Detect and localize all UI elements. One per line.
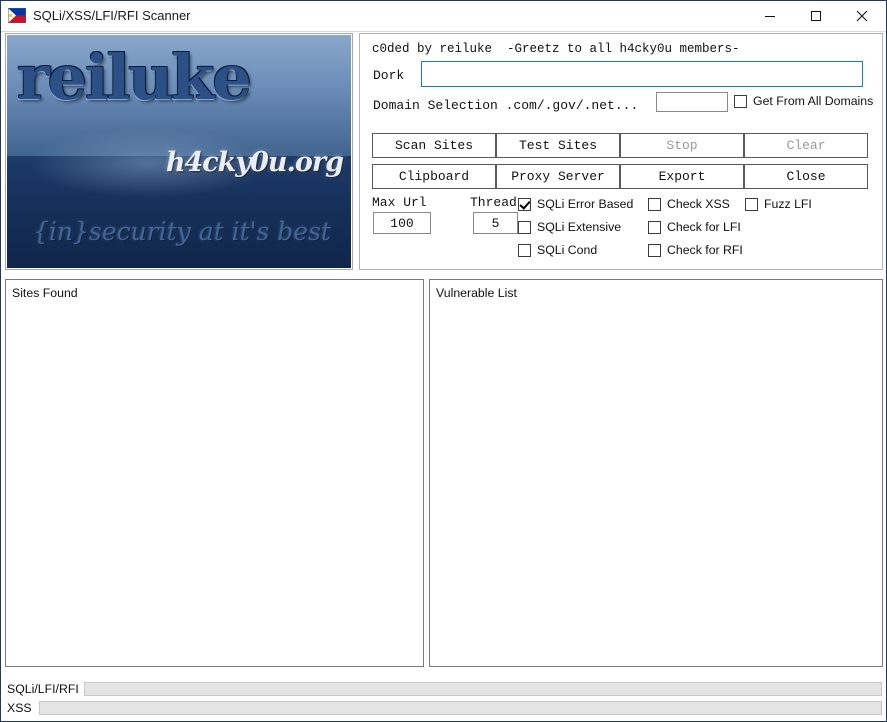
progress-row-sqli: SQLi/LFI/RFI [1,680,886,699]
checkbox-box [518,244,531,257]
checkbox-box [648,221,661,234]
maximize-button[interactable] [793,1,839,30]
credits-text: c0ded by reiluke -Greetz to all h4cky0u … [372,42,740,56]
checkbox-label: Check for RFI [667,243,743,257]
close-window-button[interactable] [839,1,885,30]
checkbox-label: Check for LFI [667,220,741,234]
checkbox-box [518,221,531,234]
max-url-input[interactable] [373,212,431,234]
progress-label-xss: XSS [7,701,32,715]
progress-bar-sqli [84,682,882,696]
checkbox-label: SQLi Error Based [537,197,633,211]
banner-tagline: {in}security at it's best [33,217,331,246]
check-xss-checkbox[interactable]: Check XSS [648,197,730,211]
progress-label-sqli: SQLi/LFI/RFI [7,682,79,696]
banner-site-text: h4cky0u.org [166,147,343,178]
sqli-cond-checkbox[interactable]: SQLi Cond [518,243,597,257]
stop-button[interactable]: Stop [620,133,744,158]
app-window: SQLi/XSS/LFI/RFI Scanner reiluke h4cky0u… [0,0,887,722]
window-title: SQLi/XSS/LFI/RFI Scanner [33,8,191,23]
sqli-extensive-checkbox[interactable]: SQLi Extensive [518,220,621,234]
sites-found-items[interactable] [6,302,423,666]
reiluke-banner-image: reiluke h4cky0u.org {in}security at it's… [7,35,351,268]
vulnerable-list-header: Vulnerable List [436,286,517,300]
threads-input[interactable] [473,212,518,234]
sites-found-header: Sites Found [12,286,78,300]
checkbox-label: Fuzz LFI [764,197,812,211]
test-sites-button[interactable]: Test Sites [496,133,620,158]
banner-frame: reiluke h4cky0u.org {in}security at it's… [5,33,353,270]
domain-selection-input[interactable] [656,92,728,112]
vulnerable-list-items[interactable] [430,302,882,666]
checkbox-box [648,198,661,211]
progress-bar-xss [39,701,882,715]
vulnerable-list-listbox[interactable]: Vulnerable List [429,279,883,667]
scan-sites-button[interactable]: Scan Sites [372,133,496,158]
clear-button[interactable]: Clear [744,133,868,158]
banner-logo-text: reiluke [17,47,250,109]
checkbox-box [734,95,747,108]
sqli-error-based-checkbox[interactable]: SQLi Error Based [518,197,633,211]
sites-found-listbox[interactable]: Sites Found [5,279,424,667]
checkbox-box [648,244,661,257]
checkbox-label: Get From All Domains [753,94,873,108]
close-button[interactable]: Close [744,164,868,189]
philippines-flag-icon [8,8,26,23]
export-button[interactable]: Export [620,164,744,189]
fuzz-lfi-checkbox[interactable]: Fuzz LFI [745,197,812,211]
check-for-rfi-checkbox[interactable]: Check for RFI [648,243,743,257]
minimize-button[interactable] [747,1,793,30]
checkbox-box [518,198,531,211]
domain-selection-label: Domain Selection .com/.gov/.net... [373,98,638,113]
max-url-label: Max Url [372,195,427,210]
dork-label: Dork [373,68,404,83]
checkbox-label: SQLi Extensive [537,220,621,234]
clipboard-button[interactable]: Clipboard [372,164,496,189]
checkbox-box [745,198,758,211]
checkbox-label: SQLi Cond [537,243,597,257]
threads-label: Threads [470,195,525,210]
checkbox-label: Check XSS [667,197,730,211]
check-for-lfi-checkbox[interactable]: Check for LFI [648,220,741,234]
dork-input[interactable] [421,61,863,87]
get-from-all-domains-checkbox[interactable]: Get From All Domains [734,94,873,108]
title-bar: SQLi/XSS/LFI/RFI Scanner [1,1,886,32]
controls-group: c0ded by reiluke -Greetz to all h4cky0u … [359,33,883,270]
progress-row-xss: XSS [1,699,886,718]
proxy-server-button[interactable]: Proxy Server [496,164,620,189]
